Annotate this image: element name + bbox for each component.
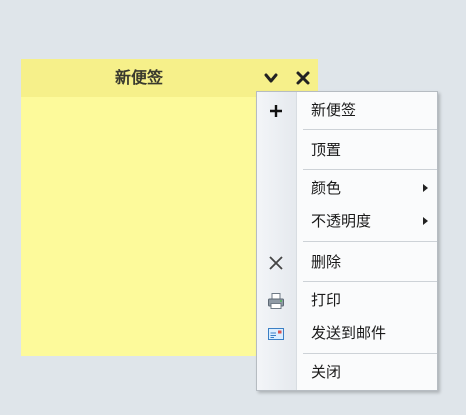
menu-separator	[303, 281, 437, 282]
email-icon	[267, 325, 285, 343]
menu-separator	[303, 241, 437, 242]
plus-icon	[267, 102, 285, 120]
menu-item-opacity[interactable]: 不透明度	[257, 205, 437, 237]
menu-item-label: 颜色	[311, 179, 342, 197]
menu-item-print[interactable]: 打印	[257, 284, 437, 316]
close-icon[interactable]	[293, 68, 313, 88]
menu-item-delete[interactable]: 删除	[257, 246, 437, 278]
context-menu: 新便签 顶置 颜色 不透明度 删除 打印 发送到邮件 关闭	[256, 91, 438, 391]
menu-item-label: 删除	[311, 253, 342, 271]
submenu-arrow-icon	[423, 217, 428, 225]
menu-item-color[interactable]: 颜色	[257, 172, 437, 204]
submenu-arrow-icon	[423, 184, 428, 192]
delete-x-icon	[267, 254, 285, 272]
menu-separator	[303, 169, 437, 170]
note-title: 新便签	[114, 68, 163, 87]
menu-separator	[303, 353, 437, 354]
menu-separator	[303, 129, 437, 130]
menu-item-new-note[interactable]: 新便签	[257, 94, 437, 126]
menu-item-label: 不透明度	[311, 212, 372, 230]
menu-item-pin-top[interactable]: 顶置	[257, 134, 437, 166]
menu-item-label: 打印	[311, 291, 342, 309]
menu-item-label: 新便签	[311, 101, 357, 119]
menu-item-close[interactable]: 关闭	[257, 356, 437, 388]
menu-item-send-email[interactable]: 发送到邮件	[257, 317, 437, 349]
menu-item-label: 发送到邮件	[311, 324, 387, 342]
printer-icon	[267, 292, 285, 310]
chevron-down-icon[interactable]	[261, 68, 281, 88]
menu-item-label: 顶置	[311, 141, 342, 159]
menu-item-label: 关闭	[311, 363, 342, 381]
